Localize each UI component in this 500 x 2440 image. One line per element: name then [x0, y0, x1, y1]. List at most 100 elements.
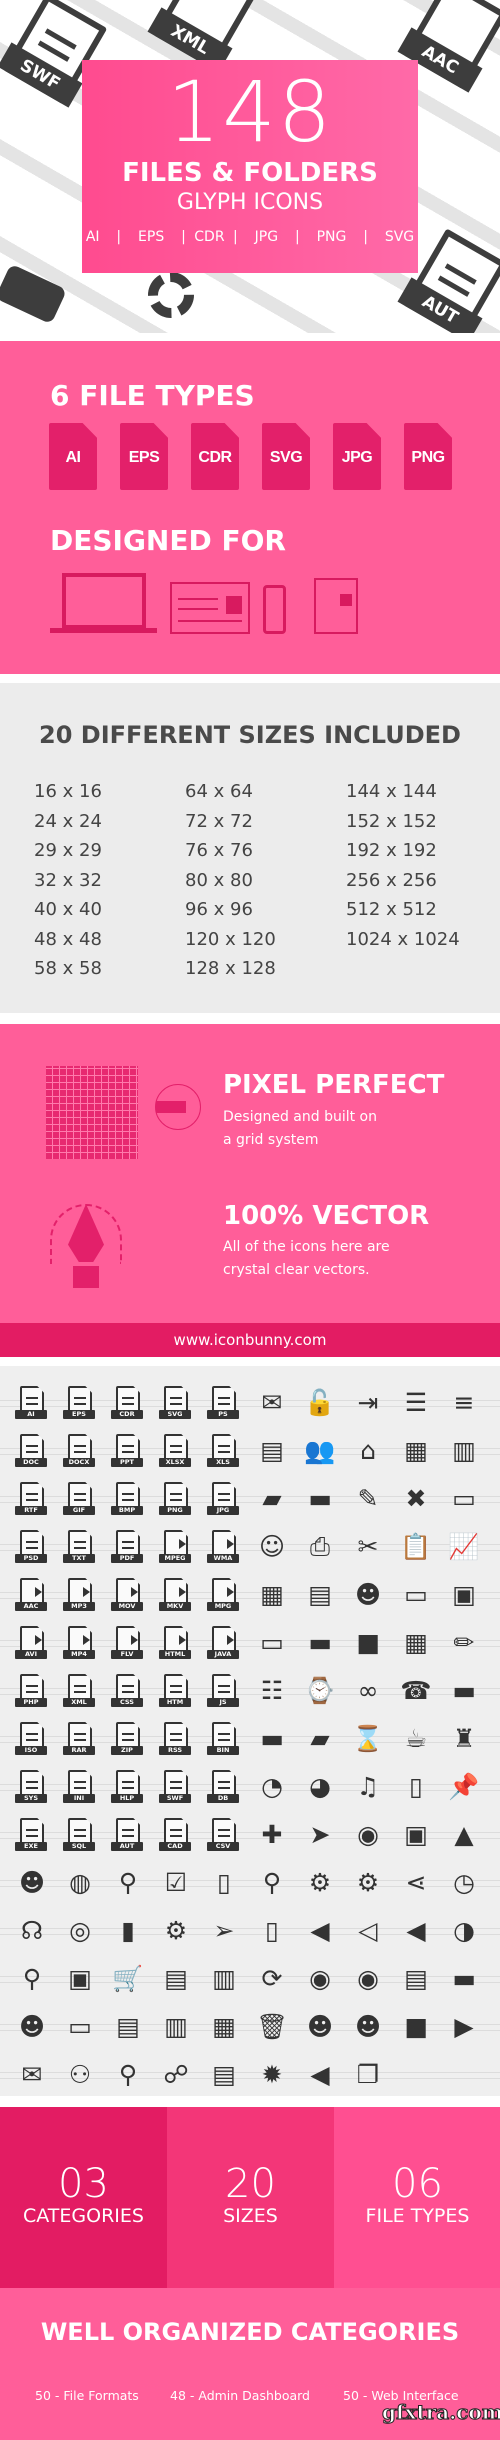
file-format-label: EXE — [15, 1842, 47, 1851]
laptop-base — [50, 628, 157, 633]
newspaper-icon: ▤ — [260, 1436, 284, 1465]
paper-plane-icon: ➢ — [207, 1914, 243, 1950]
tablet-icon: ▯ — [217, 1868, 231, 1897]
phone-icon — [263, 585, 286, 634]
user-contact-icon: ☻ — [15, 2010, 51, 2046]
file-format-label: SQL — [63, 1842, 95, 1851]
category-item: 50 - File Formats — [35, 2388, 139, 2403]
file-format-icon: JAVA — [207, 1626, 243, 1662]
file-format-label: AVI — [15, 1650, 47, 1659]
dashboard-icon: ◑ — [447, 1914, 483, 1950]
unlock-icon: 🔓 — [303, 1386, 339, 1422]
file-type-tile: SVG — [262, 423, 310, 490]
file-format-label: DOC — [15, 1458, 47, 1467]
play-icon — [227, 1539, 234, 1549]
users-icon: 👥 — [304, 1436, 336, 1465]
glasses-icon: ∞ — [357, 1676, 379, 1705]
file-format-icon: RTF — [15, 1482, 51, 1518]
vector-desc: All of the icons here are crystal clear … — [223, 1239, 390, 1278]
browser-icon: ▭ — [399, 1578, 435, 1614]
file-format-icon: MOV — [111, 1578, 147, 1614]
checklist-icon: ☑ — [159, 1866, 195, 1902]
file-format-icon: ISO — [15, 1722, 51, 1758]
user-female-icon: ☻ — [351, 2010, 387, 2046]
calendar-alt-icon: ▦ — [404, 1628, 428, 1657]
tools-icon: ✂ — [351, 1530, 387, 1566]
video-player-icon: ▶ — [454, 2012, 474, 2041]
file-type-tile: EPS — [120, 423, 168, 490]
file-format-label: JS — [207, 1698, 239, 1707]
file-format-icon: AVI — [15, 1626, 51, 1662]
size-item: 76 x 76 — [185, 840, 253, 861]
folder-tab-icon: ▬ — [452, 1676, 476, 1705]
list-icon: ☰ — [399, 1386, 435, 1422]
settings-circle-icon: ✹ — [255, 2058, 291, 2094]
pixel-grid-icon — [46, 1066, 138, 1159]
document-stamp-icon: ▤ — [116, 2012, 140, 2041]
archive-icon: ▣ — [447, 1578, 483, 1614]
gear-icon: ⚙ — [303, 1866, 339, 1902]
clock-sync-icon: ◔ — [261, 1772, 283, 1801]
clipboard-icon: 📋 — [399, 1530, 435, 1566]
save-icon: ▣ — [63, 1962, 99, 1998]
file-format-label: RSS — [159, 1746, 191, 1755]
volume-mute-icon: ◀ — [399, 1914, 435, 1950]
user-contact-icon: ☻ — [18, 2012, 46, 2041]
file-format-icon: JS — [207, 1674, 243, 1710]
sizes-column: 64 x 64 72 x 72 76 x 76 80 x 80 96 x 96 120 x… — [185, 777, 276, 984]
folder-dark-icon: ▬ — [255, 1722, 291, 1758]
file-format-icon: PHP — [15, 1674, 51, 1710]
file-types-section: 6 FILE TYPES AI EPS CDR SVG JPG PNG DESIGNED … — [0, 341, 500, 674]
image-icon: ▣ — [399, 1818, 435, 1854]
align-center-icon: ≡ — [453, 1388, 475, 1417]
file-format-label: SWF — [159, 1794, 191, 1803]
team-circle-icon: ◎ — [69, 1916, 91, 1945]
play-icon — [179, 1635, 186, 1645]
file-format-label: HLP — [111, 1794, 143, 1803]
file-format-label: CDR — [111, 1410, 143, 1419]
file-format-icon: DOCX — [63, 1434, 99, 1470]
website-link[interactable]: www.iconbunny.com — [0, 1323, 500, 1357]
file-format-label: DB — [207, 1794, 239, 1803]
stack-icon: ▤ — [404, 1964, 428, 1993]
speaker-icon: ◀ — [303, 2058, 339, 2094]
play-icon — [179, 1587, 186, 1597]
play-icon — [227, 1635, 234, 1645]
cart-icon: 🛒 — [111, 1962, 147, 1998]
file-format-label: GIF — [63, 1506, 95, 1515]
gear-icon — [148, 272, 194, 318]
location-pin-icon: ⚲ — [262, 1868, 282, 1897]
file-format-icon: TXT — [63, 1530, 99, 1566]
settings-icon: ⚙ — [164, 1916, 188, 1945]
file-format-label: JAVA — [207, 1650, 239, 1659]
windows-icon: ❐ — [351, 2058, 387, 2094]
size-item: 48 x 48 — [34, 928, 102, 950]
size-item: 72 x 72 — [185, 810, 253, 832]
file-format-icon: SQL — [63, 1818, 99, 1854]
file-format-label: INI — [63, 1794, 95, 1803]
file-format-label: PHP — [15, 1698, 47, 1707]
file-format-label: MPEG — [159, 1554, 191, 1563]
file-format-icon: ZIP — [111, 1722, 147, 1758]
route-icon: ⚲ — [111, 2058, 147, 2094]
icon-count: 148 — [166, 63, 334, 161]
file-format-icon: PPT — [111, 1434, 147, 1470]
size-item: 120 x 120 — [185, 928, 276, 950]
puzzle-icon: ✚ — [255, 1818, 291, 1854]
gears-icon: ⚙ — [356, 1868, 380, 1897]
volume-icon: ◀ — [303, 1914, 339, 1950]
edit-icon: ✎ — [351, 1482, 387, 1518]
file-format-icon: JPG — [207, 1482, 243, 1518]
newspaper-alt-icon: ▥ — [212, 1964, 236, 1993]
file-format-label: PNG — [159, 1506, 191, 1515]
file-format-icon: XLSX — [159, 1434, 195, 1470]
tools-icon: ✂ — [357, 1532, 379, 1561]
size-item: 29 x 29 — [34, 840, 102, 861]
pin-icon: 📌 — [447, 1770, 483, 1806]
browser-icon: ▭ — [404, 1580, 428, 1609]
file-format-icon: PNG — [159, 1482, 195, 1518]
size-item: 144 x 144 — [346, 781, 437, 802]
file-format-label: HTML — [159, 1650, 191, 1659]
hero-banner: SWF XML AAC AUT 148 FILES & FOLDERS GLYP… — [0, 0, 500, 333]
file-format-label: CSV — [207, 1842, 239, 1851]
